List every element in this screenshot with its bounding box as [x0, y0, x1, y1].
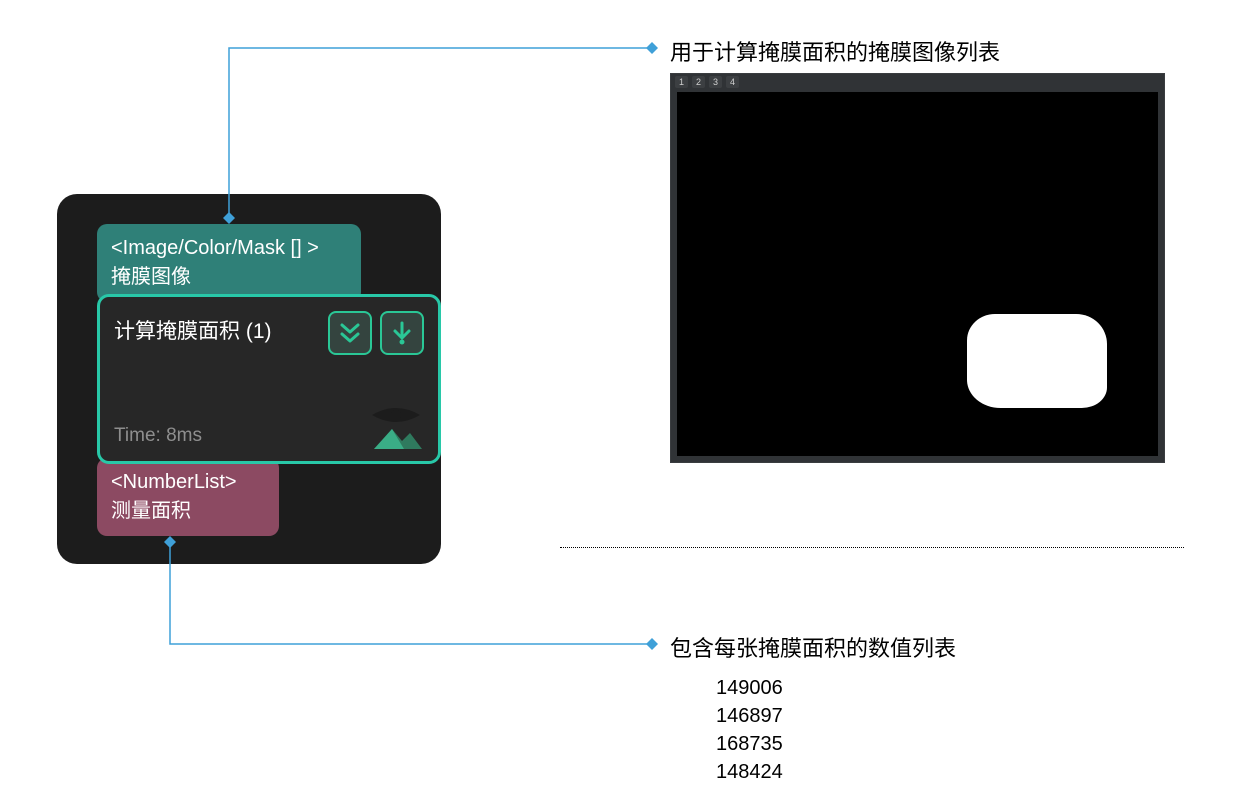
mask-blob: [967, 314, 1107, 408]
output-values: 149006 146897 168735 148424: [716, 674, 783, 786]
output-value-1: 146897: [716, 702, 783, 730]
node-time: Time: 8ms: [114, 425, 202, 447]
download-button[interactable]: [380, 311, 424, 355]
mask-preview-panel: 1 2 3 4: [670, 73, 1165, 463]
connector-input: [229, 48, 652, 218]
mask-tab-4[interactable]: 4: [726, 76, 739, 88]
mask-tab-bar: 1 2 3 4: [675, 76, 739, 88]
input-name: 掩膜图像: [111, 263, 347, 292]
annotation-input: 用于计算掩膜面积的掩膜图像列表: [670, 35, 1000, 67]
output-type-label: <NumberList>: [111, 468, 265, 497]
output-value-2: 168735: [716, 730, 783, 758]
node-panel: <Image/Color/Mask [] > 掩膜图像 计算掩膜面积 (1) T…: [57, 194, 441, 564]
output-value-0: 149006: [716, 674, 783, 702]
output-port[interactable]: <NumberList> 测量面积: [97, 458, 279, 536]
diamond-icon: [646, 42, 658, 54]
mask-canvas: [677, 92, 1158, 456]
double-chevron-down-icon: [337, 320, 363, 346]
collapse-button[interactable]: [328, 311, 372, 355]
preview-eye-mountain-icon[interactable]: [368, 405, 424, 451]
input-port[interactable]: <Image/Color/Mask [] > 掩膜图像: [97, 224, 361, 302]
download-arrow-icon: [391, 320, 413, 346]
diamond-icon: [646, 638, 658, 650]
output-name: 测量面积: [111, 497, 265, 526]
mask-tab-2[interactable]: 2: [692, 76, 705, 88]
input-type-label: <Image/Color/Mask [] >: [111, 234, 347, 263]
mask-tab-1[interactable]: 1: [675, 76, 688, 88]
divider: [560, 547, 1184, 548]
mask-tab-3[interactable]: 3: [709, 76, 722, 88]
output-value-3: 148424: [716, 758, 783, 786]
annotation-output: 包含每张掩膜面积的数值列表: [670, 631, 956, 663]
node-button-row: [328, 311, 424, 355]
node-body: 计算掩膜面积 (1) Time: 8ms: [97, 294, 441, 464]
